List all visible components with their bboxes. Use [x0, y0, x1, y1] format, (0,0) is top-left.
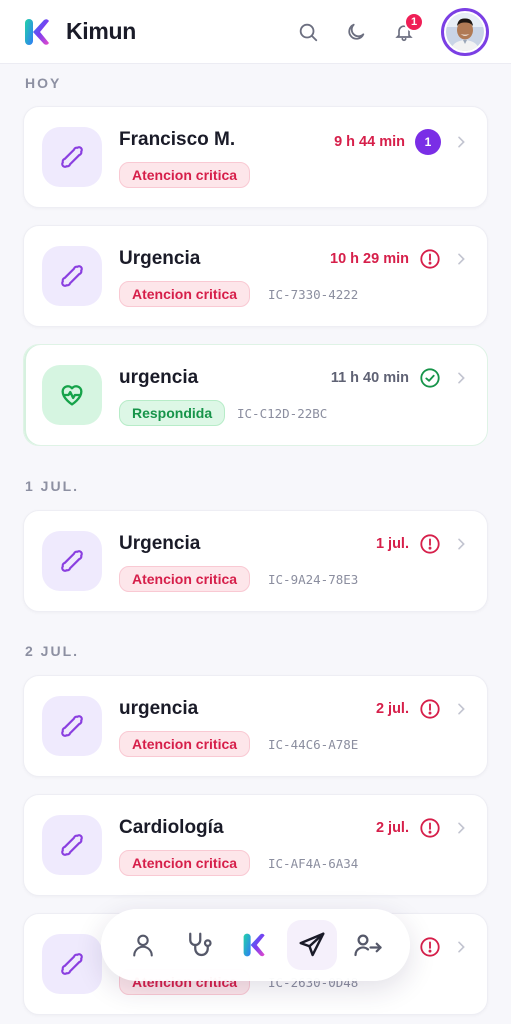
alert-circle-icon — [420, 534, 440, 554]
card-title: urgencia — [119, 367, 199, 388]
chevron-right-icon — [458, 703, 465, 715]
status-badge: Atencion critica — [119, 731, 251, 757]
section-label-date: 1 JUL. — [25, 478, 80, 494]
bone-icon — [42, 696, 102, 756]
list-item[interactable]: urgencia Atencion critica IC-44C6-A78E 2… — [23, 675, 488, 777]
list-item[interactable]: Francisco M. Atencion critica 9 h 44 min… — [23, 106, 488, 208]
section-label-date: 2 JUL. — [25, 643, 80, 659]
kimun-logo-icon — [25, 18, 49, 45]
card-title: urgencia — [119, 698, 199, 719]
bone-icon — [42, 246, 102, 306]
card-time: 9 h 44 min — [334, 134, 405, 150]
notification-badge: 1 — [404, 11, 424, 32]
status-badge: Atencion critica — [119, 281, 251, 307]
card-time: 1 jul. — [375, 536, 409, 552]
nav-messages[interactable] — [286, 920, 337, 970]
status-badge: Respondida — [119, 400, 226, 426]
alert-circle-icon — [420, 249, 440, 269]
card-time: 2 jul. — [375, 701, 409, 717]
user-icon — [133, 934, 153, 957]
chevron-right-icon — [458, 253, 465, 265]
status-badge: Atencion critica — [119, 850, 251, 876]
reference-code: IC-9A24-78E3 — [268, 572, 359, 587]
nav-consultations[interactable] — [174, 920, 224, 970]
section-label-today: HOY — [25, 75, 62, 91]
alert-circle-icon — [420, 699, 440, 719]
stethoscope-icon — [189, 932, 212, 957]
card-time: 10 h 29 min — [330, 251, 409, 267]
list-item[interactable]: urgencia Respondida IC-C12D-22BC 11 h 40… — [23, 344, 488, 446]
heart-pulse-icon — [42, 365, 102, 425]
moon-icon[interactable] — [345, 21, 367, 43]
chevron-right-icon — [458, 941, 465, 953]
avatar[interactable] — [441, 7, 489, 56]
send-icon — [299, 932, 325, 957]
status-badge: Atencion critica — [119, 566, 251, 592]
reference-code: IC-7330-4222 — [268, 287, 359, 302]
chevron-right-icon — [458, 136, 465, 148]
status-badge: Atencion critica — [119, 162, 251, 188]
app-title: Kimun — [66, 18, 137, 44]
reference-code: IC-C12D-22BC — [237, 406, 328, 421]
search-icon[interactable] — [297, 21, 319, 43]
card-title: Francisco M. — [119, 129, 236, 150]
card-title: Urgencia — [119, 248, 201, 269]
card-time: 2 jul. — [375, 820, 409, 836]
bone-icon — [42, 815, 102, 875]
list-item[interactable]: Cardiología Atencion critica IC-AF4A-6A3… — [23, 794, 488, 896]
kimun-logo-icon — [244, 933, 266, 957]
reference-code: IC-44C6-A78E — [268, 737, 359, 752]
logout-icon — [354, 934, 382, 957]
user-photo — [446, 12, 484, 51]
list-item[interactable]: Urgencia Atencion critica IC-7330-4222 1… — [23, 225, 488, 327]
bell-icon[interactable]: 1 — [393, 11, 424, 43]
nav-profile[interactable] — [118, 920, 168, 970]
bone-icon — [42, 934, 102, 994]
bone-icon — [42, 127, 102, 187]
alert-circle-icon — [420, 937, 440, 957]
card-time: 11 h 40 min — [330, 370, 409, 386]
app-logo[interactable]: Kimun — [22, 16, 136, 48]
nav-logout[interactable] — [343, 920, 393, 970]
unread-count-badge: 1 — [415, 129, 441, 155]
reference-code: IC-AF4A-6A34 — [268, 856, 359, 871]
list-item[interactable]: Urgencia Atencion critica IC-9A24-78E3 1… — [23, 510, 488, 612]
card-title: Urgencia — [119, 533, 201, 554]
app-header: Kimun 1 — [0, 0, 511, 64]
card-title: Cardiología — [119, 817, 224, 838]
bottom-navigation — [101, 909, 410, 981]
chevron-right-icon — [458, 538, 465, 550]
nav-home[interactable] — [230, 920, 280, 970]
check-circle-icon — [420, 368, 440, 388]
bone-icon — [42, 531, 102, 591]
chevron-right-icon — [458, 372, 465, 384]
chevron-right-icon — [458, 822, 465, 834]
alert-circle-icon — [420, 818, 440, 838]
